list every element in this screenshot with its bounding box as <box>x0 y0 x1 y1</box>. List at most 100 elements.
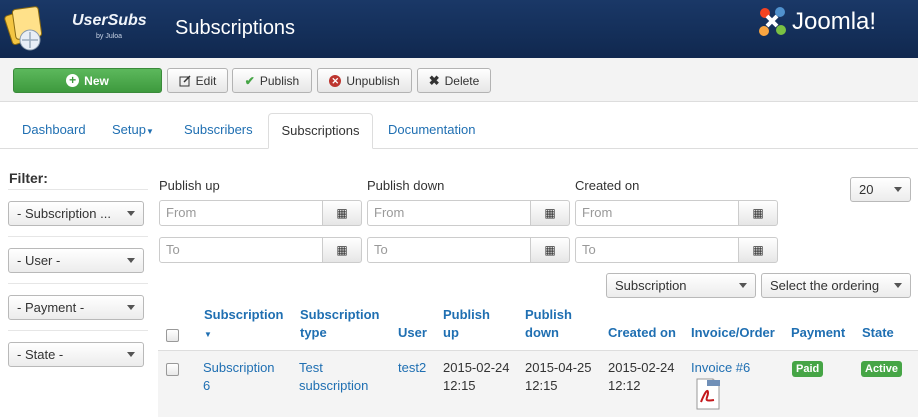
type-header-line1: Subscription <box>300 307 380 322</box>
new-button[interactable]: + New <box>13 68 162 93</box>
edit-button[interactable]: Edit <box>167 68 228 93</box>
payment-filter-value: - Payment - <box>17 300 85 315</box>
sort-field-select[interactable]: Subscription <box>606 273 756 298</box>
publish-up-to-input[interactable]: To <box>159 237 323 263</box>
unpublish-button[interactable]: ✕ Unpublish <box>317 68 412 93</box>
created-on-from-input[interactable]: From <box>575 200 739 226</box>
calendar-button[interactable]: ▦ <box>530 200 570 226</box>
payment-column-header[interactable]: Payment <box>791 324 845 342</box>
caret-down-icon <box>127 352 135 357</box>
calendar-button[interactable]: ▦ <box>530 237 570 263</box>
pub-up-header-line1: Publish <box>443 307 490 322</box>
state-filter-select[interactable]: - State - <box>8 342 144 367</box>
calendar-button[interactable]: ▦ <box>322 237 362 263</box>
brand-subtitle: by Juloa <box>96 33 123 40</box>
tab-setup[interactable]: Setup▼ <box>112 113 154 149</box>
ordering-select[interactable]: Select the ordering <box>761 273 911 298</box>
subscription-filter-select[interactable]: - Subscription ... <box>8 201 144 226</box>
publish-up-column-header[interactable]: Publish up <box>443 306 490 342</box>
header-bar: UserSubs by Juloa Subscriptions Joomla! <box>0 0 918 58</box>
created-on-time: 12:12 <box>608 378 641 393</box>
user-link[interactable]: test2 <box>398 359 426 377</box>
pub-up-header-line2: up <box>443 325 459 340</box>
calendar-button[interactable]: ▦ <box>738 200 778 226</box>
pub-down-header-line1: Publish <box>525 307 572 322</box>
pub-down-header-line2: down <box>525 325 559 340</box>
user-column-header[interactable]: User <box>398 324 427 342</box>
calendar-icon: ▦ <box>752 243 764 257</box>
subscription-column-header[interactable]: Subscription ▼ <box>204 306 283 344</box>
calendar-icon: ▦ <box>336 243 348 257</box>
type-header-line2: type <box>300 325 327 340</box>
list-limit-value: 20 <box>859 182 874 197</box>
invoice-link[interactable]: Invoice #6 <box>691 359 750 377</box>
caret-down-icon <box>127 305 135 310</box>
created-on-date: 2015-02-24 <box>608 360 675 375</box>
filter-title: Filter: <box>9 170 48 186</box>
tab-subscribers[interactable]: Subscribers <box>184 113 253 149</box>
pdf-icon[interactable] <box>695 378 721 410</box>
publish-down-date: 2015-04-25 <box>525 360 592 375</box>
page-title: Subscriptions <box>175 17 296 39</box>
tab-setup-label: Setup <box>112 122 146 137</box>
calendar-button[interactable]: ▦ <box>738 237 778 263</box>
subscription-link-line2: 6 <box>203 378 211 393</box>
usersubs-logo-icon <box>4 6 43 51</box>
caret-down-icon <box>739 283 747 288</box>
created-on-column-header[interactable]: Created on <box>608 324 676 342</box>
payment-filter-select[interactable]: - Payment - <box>8 295 144 320</box>
joomla-logo-text: Joomla! <box>792 8 877 35</box>
publish-down-to-input[interactable]: To <box>367 237 531 263</box>
publish-up-from-input[interactable]: From <box>159 200 323 226</box>
divider <box>8 236 148 237</box>
select-all-checkbox[interactable] <box>166 329 179 342</box>
tab-documentation[interactable]: Documentation <box>388 113 475 149</box>
brand-name: UserSubs <box>72 12 147 29</box>
calendar-icon: ▦ <box>544 243 556 257</box>
payment-status-badge: Paid <box>792 361 824 377</box>
caret-down-icon <box>894 187 902 192</box>
calendar-icon: ▦ <box>336 206 348 220</box>
created-on-to-input[interactable]: To <box>575 237 739 263</box>
publish-up-label: Publish up <box>159 178 220 193</box>
delete-button[interactable]: ✖ Delete <box>417 68 491 93</box>
toolbar: + New Edit ✔ Publish ✕ Unpublish ✖ Delet… <box>0 58 918 102</box>
tab-subscriptions[interactable]: Subscriptions <box>268 113 373 149</box>
subscription-header-label: Subscription <box>204 307 284 322</box>
publish-down-column-header[interactable]: Publish down <box>525 306 572 342</box>
tab-dashboard[interactable]: Dashboard <box>22 113 86 149</box>
state-filter-value: - State - <box>17 347 64 362</box>
invoice-column-header[interactable]: Invoice/Order <box>691 324 775 342</box>
cancel-circle-icon: ✕ <box>329 74 342 87</box>
publish-down-time: 12:15 <box>525 378 558 393</box>
edit-button-label: Edit <box>195 73 217 88</box>
calendar-icon: ▦ <box>544 206 556 220</box>
publish-button[interactable]: ✔ Publish <box>232 68 312 93</box>
divider <box>8 330 148 331</box>
subscription-type-column-header[interactable]: Subscription type <box>300 306 379 342</box>
subscription-type-link[interactable]: Test subscription <box>299 359 368 395</box>
user-filter-value: - User - <box>17 253 61 268</box>
close-icon: ✖ <box>428 72 440 88</box>
new-button-label: New <box>84 73 109 88</box>
ordering-value: Select the ordering <box>770 278 880 293</box>
publish-down-label: Publish down <box>367 178 445 193</box>
publish-down-value: 2015-04-25 12:15 <box>525 359 592 395</box>
publish-up-value: 2015-02-24 12:15 <box>443 359 510 395</box>
joomla-logo-icon <box>759 7 786 36</box>
state-column-header[interactable]: State <box>862 324 894 342</box>
subscription-link[interactable]: Subscription 6 <box>203 359 275 395</box>
sort-caret-icon: ▼ <box>204 330 212 339</box>
publish-down-from-input[interactable]: From <box>367 200 531 226</box>
calendar-icon: ▦ <box>752 206 764 220</box>
list-limit-select[interactable]: 20 <box>850 177 911 202</box>
check-icon: ✔ <box>244 73 255 88</box>
row-checkbox[interactable] <box>166 363 179 376</box>
caret-down-icon <box>127 258 135 263</box>
caret-down-icon <box>894 283 902 288</box>
calendar-button[interactable]: ▦ <box>322 200 362 226</box>
plus-circle-icon: + <box>66 74 80 87</box>
subscription-filter-value: - Subscription ... <box>17 206 111 221</box>
caret-down-icon <box>127 211 135 216</box>
user-filter-select[interactable]: - User - <box>8 248 144 273</box>
